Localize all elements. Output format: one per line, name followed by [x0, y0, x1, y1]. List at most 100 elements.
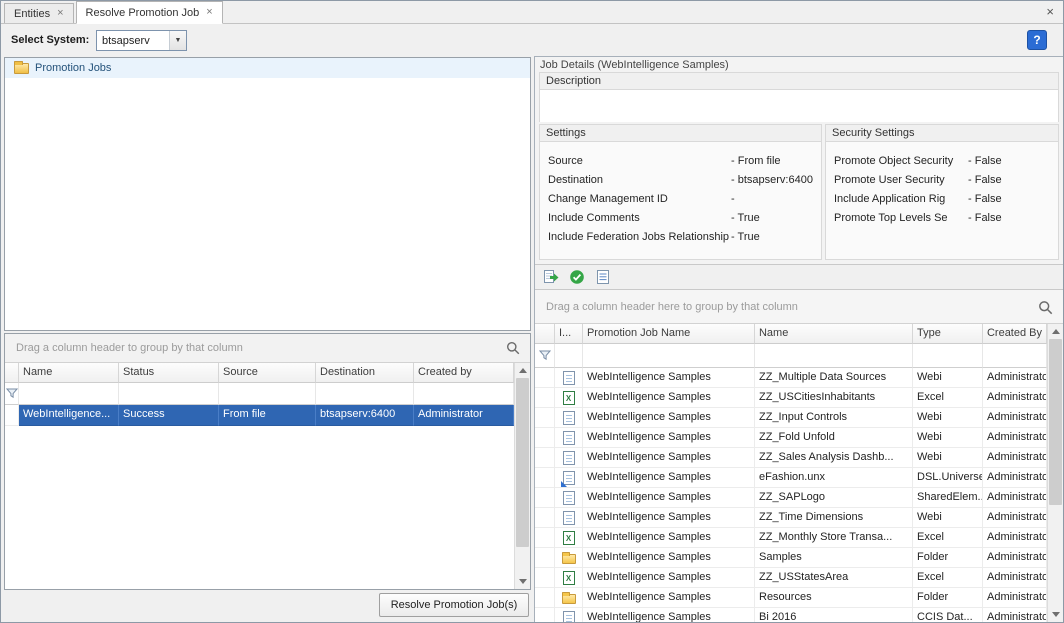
- filter-cell-created-by[interactable]: [983, 344, 1047, 368]
- tree-item-label: Promotion Jobs: [35, 62, 111, 74]
- type-icon-cell: [555, 368, 583, 388]
- scroll-down-button[interactable]: [1048, 607, 1063, 622]
- column-header[interactable]: Type: [913, 324, 983, 344]
- file-type-icon: [563, 531, 575, 545]
- scroll-up-button[interactable]: [515, 363, 530, 378]
- table-row[interactable]: WebIntelligence Samples Samples Folder A…: [535, 548, 1047, 568]
- filter-icon[interactable]: [5, 383, 19, 405]
- object-type-cell: Webi: [913, 408, 983, 428]
- filter-cell-type[interactable]: [913, 344, 983, 368]
- column-header[interactable]: Created by: [414, 363, 514, 383]
- chevron-down-icon[interactable]: ▼: [169, 31, 186, 50]
- table-row[interactable]: WebIntelligence Samples ZZ_SAPLogo Share…: [535, 488, 1047, 508]
- file-type-icon: [563, 571, 575, 585]
- promotion-job-name-cell: WebIntelligence Samples: [583, 468, 755, 488]
- filter-cell-name[interactable]: [19, 383, 119, 405]
- table-row[interactable]: WebIntelligence Samples eFashion.unx DSL…: [535, 468, 1047, 488]
- tab-label: Entities: [14, 8, 50, 20]
- check-circle-icon: [569, 269, 585, 285]
- setting-row: Source - From file: [548, 151, 821, 170]
- vertical-scrollbar[interactable]: [1047, 324, 1063, 622]
- table-row[interactable]: WebIntelligence Samples Resources Folder…: [535, 588, 1047, 608]
- vertical-scrollbar[interactable]: [514, 363, 530, 589]
- filter-cell-status[interactable]: [119, 383, 219, 405]
- filter-icon[interactable]: [535, 344, 555, 368]
- column-header[interactable]: I...: [555, 324, 583, 344]
- table-row[interactable]: WebIntelligence Samples ZZ_USCitiesInhab…: [535, 388, 1047, 408]
- setting-row: Include Federation Jobs Relationship - T…: [548, 227, 821, 246]
- table-row[interactable]: WebIntelligence Samples ZZ_Fold Unfold W…: [535, 428, 1047, 448]
- table-row[interactable]: WebIntelligence Samples ZZ_Monthly Store…: [535, 528, 1047, 548]
- type-icon-cell: [555, 608, 583, 622]
- column-header[interactable]: Created By: [983, 324, 1047, 344]
- setting-key: Change Management ID: [548, 193, 731, 205]
- table-row[interactable]: WebIntelligence Samples ZZ_Multiple Data…: [535, 368, 1047, 388]
- security-setting-value: - False: [968, 212, 1002, 224]
- object-type-cell: Folder: [913, 548, 983, 568]
- scroll-down-button[interactable]: [515, 574, 530, 589]
- row-indicator: [535, 508, 555, 528]
- scrollbar-track[interactable]: [515, 378, 530, 574]
- object-type-cell: SharedElem...: [913, 488, 983, 508]
- close-icon[interactable]: ×: [57, 8, 63, 19]
- filter-cell-promotion-job-name[interactable]: [583, 344, 755, 368]
- jobs-grid-filter-row: [5, 383, 514, 405]
- settings-group: Settings Source - From file Destination …: [539, 124, 822, 260]
- row-indicator: [535, 548, 555, 568]
- column-header[interactable]: Source: [219, 363, 316, 383]
- help-button[interactable]: ?: [1027, 30, 1047, 50]
- resolve-promotion-job-button[interactable]: Resolve Promotion Job(s): [379, 593, 529, 617]
- properties-button[interactable]: [592, 266, 614, 288]
- created-by-cell: Administrator: [983, 408, 1047, 428]
- column-header[interactable]: Destination: [316, 363, 414, 383]
- filter-cell-destination[interactable]: [316, 383, 414, 405]
- created-by-cell: Administrator: [983, 368, 1047, 388]
- filter-cell-icon[interactable]: [555, 344, 583, 368]
- filter-cell-name[interactable]: [755, 344, 913, 368]
- column-header[interactable]: Name: [19, 363, 119, 383]
- tab-bar: Entities × Resolve Promotion Job × ×: [1, 1, 1063, 24]
- created-by-cell: Administrator: [983, 488, 1047, 508]
- setting-key: Include Comments: [548, 212, 731, 224]
- group-by-bar: Drag a column header to group by that co…: [5, 334, 530, 363]
- system-select[interactable]: btsapserv ▼: [96, 30, 187, 51]
- validate-button[interactable]: [566, 266, 588, 288]
- filter-cell-source[interactable]: [219, 383, 316, 405]
- scrollbar-track[interactable]: [1048, 339, 1063, 607]
- filter-cell-created-by[interactable]: [414, 383, 514, 405]
- created-by-cell: Administrator: [983, 588, 1047, 608]
- table-row[interactable]: WebIntelligence Samples ZZ_Input Control…: [535, 408, 1047, 428]
- tab-entities[interactable]: Entities ×: [4, 3, 74, 23]
- table-row[interactable]: WebIntelligence Samples ZZ_Sales Analysi…: [535, 448, 1047, 468]
- security-settings-header: Security Settings: [826, 125, 1058, 142]
- table-row[interactable]: WebIntelligence Samples ZZ_USStatesArea …: [535, 568, 1047, 588]
- table-row[interactable]: WebIntelligence... Success From file bts…: [5, 405, 514, 426]
- setting-key: Destination: [548, 174, 731, 186]
- arrow-down-icon: [1052, 612, 1060, 617]
- promotion-job-name-cell: WebIntelligence Samples: [583, 448, 755, 468]
- tab-resolve-promotion-job[interactable]: Resolve Promotion Job ×: [76, 1, 223, 24]
- column-header[interactable]: Status: [119, 363, 219, 383]
- scrollbar-thumb[interactable]: [1049, 339, 1062, 505]
- export-to-excel-button[interactable]: [540, 266, 562, 288]
- search-icon[interactable]: [1038, 300, 1053, 318]
- setting-row: Include Comments - True: [548, 208, 821, 227]
- close-icon[interactable]: ×: [206, 7, 212, 18]
- table-row[interactable]: WebIntelligence Samples Bi 2016 CCIS Dat…: [535, 608, 1047, 622]
- file-type-icon: [563, 611, 575, 623]
- promotion-job-name-cell: WebIntelligence Samples: [583, 428, 755, 448]
- promotion-job-name-cell: WebIntelligence Samples: [583, 508, 755, 528]
- column-header[interactable]: Promotion Job Name: [583, 324, 755, 344]
- close-icon[interactable]: ×: [1046, 5, 1054, 18]
- object-type-cell: Excel: [913, 388, 983, 408]
- file-type-icon: [563, 411, 575, 425]
- column-header[interactable]: Name: [755, 324, 913, 344]
- scroll-up-button[interactable]: [1048, 324, 1063, 339]
- created-by-cell: Administrator: [983, 508, 1047, 528]
- scrollbar-thumb[interactable]: [516, 378, 529, 547]
- table-row[interactable]: WebIntelligence Samples ZZ_Time Dimensio…: [535, 508, 1047, 528]
- search-icon[interactable]: [506, 341, 520, 358]
- row-indicator: [535, 388, 555, 408]
- tree-item-promotion-jobs[interactable]: Promotion Jobs: [5, 58, 530, 78]
- type-icon-cell: [555, 528, 583, 548]
